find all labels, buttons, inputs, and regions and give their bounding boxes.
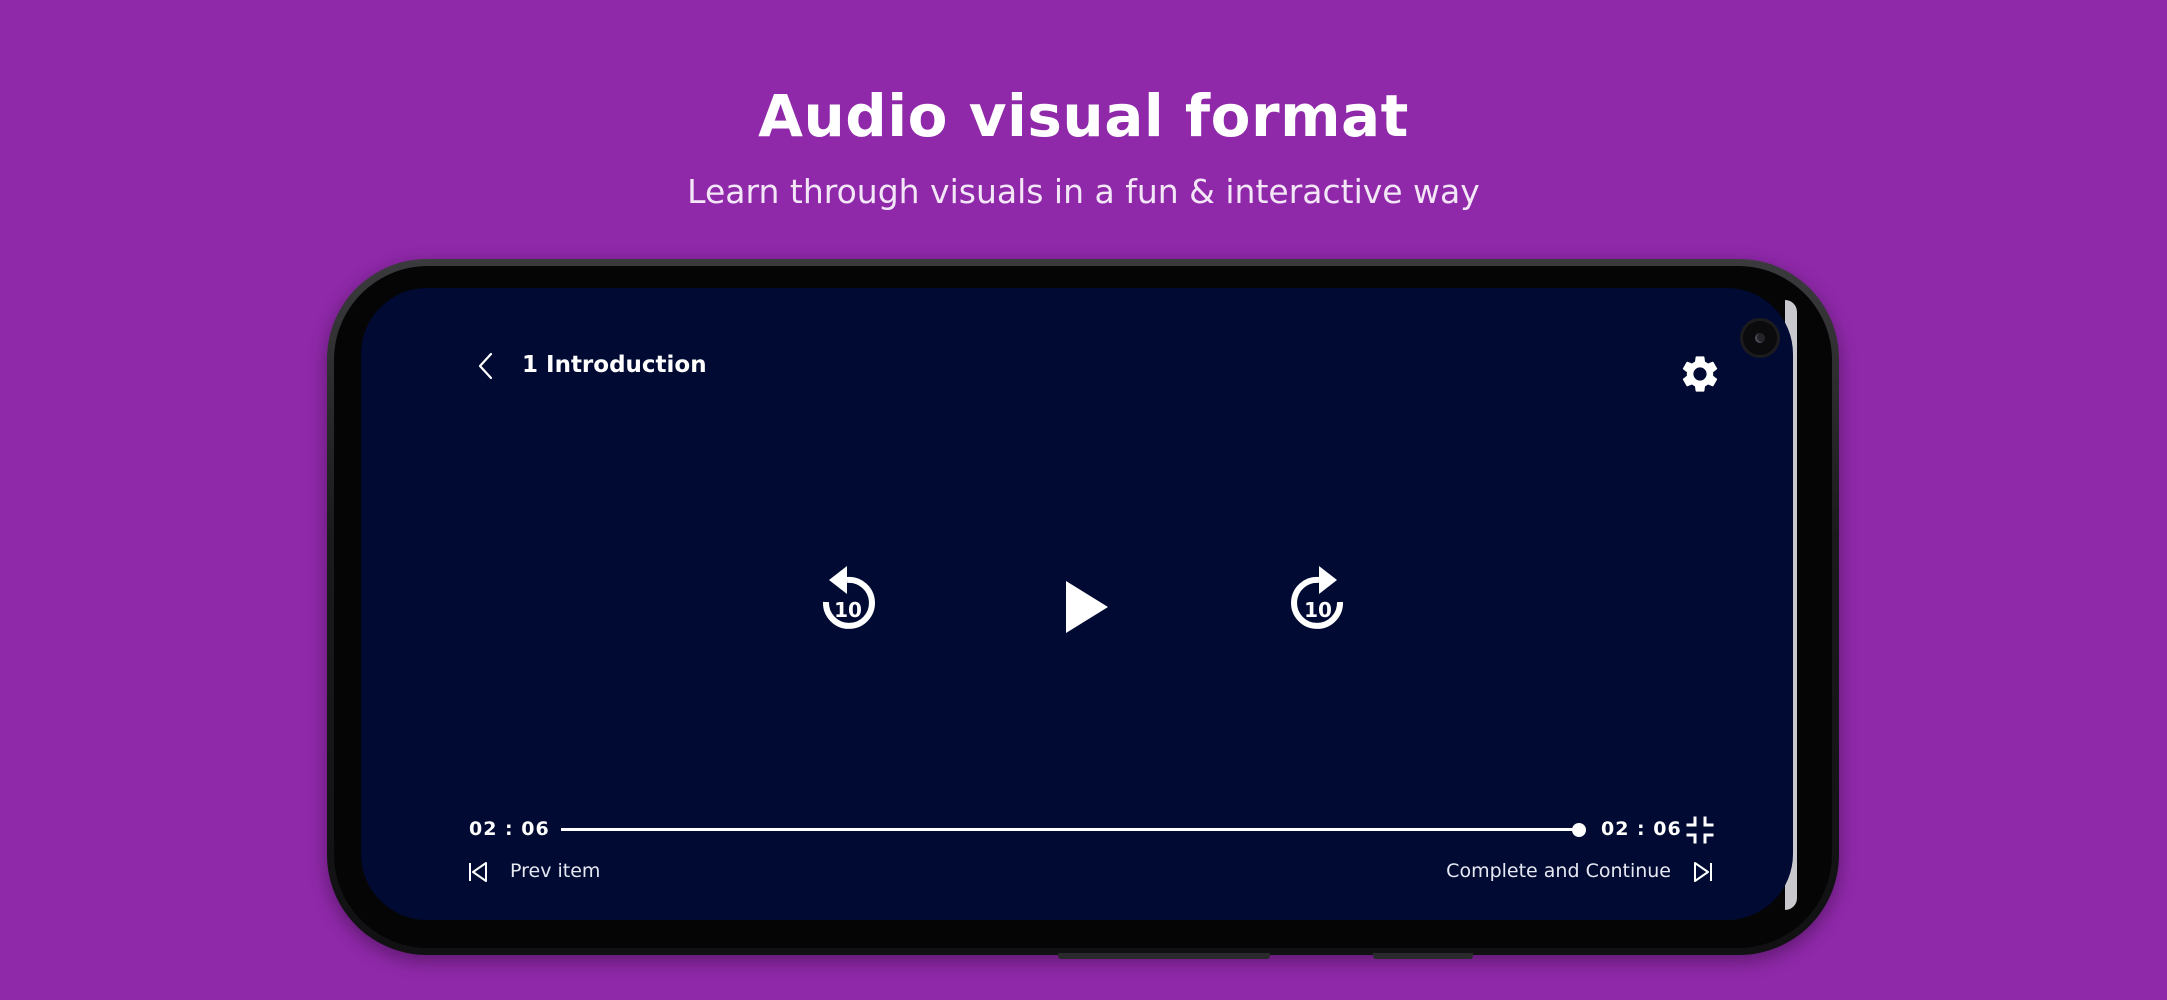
complete-and-continue-button[interactable]: Complete and Continue <box>1446 860 1671 882</box>
phone-volume-button <box>1058 953 1270 959</box>
rewind-seconds-label: 10 <box>834 598 862 622</box>
forward-seconds-label: 10 <box>1304 598 1332 622</box>
total-time: 02 : 06 <box>1601 818 1682 840</box>
lesson-title: 1 Introduction <box>522 352 707 378</box>
front-camera <box>1740 318 1780 358</box>
skip-next-icon[interactable] <box>1692 861 1714 883</box>
phone-power-button <box>1373 953 1473 959</box>
rewind-10-icon[interactable]: 10 <box>808 560 886 644</box>
prev-item-button[interactable]: Prev item <box>510 860 600 882</box>
chevron-left-icon[interactable] <box>472 351 502 381</box>
seek-bar[interactable] <box>561 828 1579 831</box>
play-icon[interactable] <box>1060 578 1112 636</box>
seek-bar-progress <box>561 828 1579 831</box>
exit-fullscreen-icon[interactable] <box>1685 816 1715 844</box>
skip-previous-icon[interactable] <box>467 861 489 883</box>
forward-10-icon[interactable]: 10 <box>1280 560 1358 644</box>
current-time: 02 : 06 <box>469 818 550 840</box>
gear-icon[interactable] <box>1678 352 1722 396</box>
seek-thumb[interactable] <box>1572 823 1586 837</box>
banner-title: Audio visual format <box>758 82 1409 150</box>
banner-subtitle: Learn through visuals in a fun & interac… <box>687 172 1480 211</box>
